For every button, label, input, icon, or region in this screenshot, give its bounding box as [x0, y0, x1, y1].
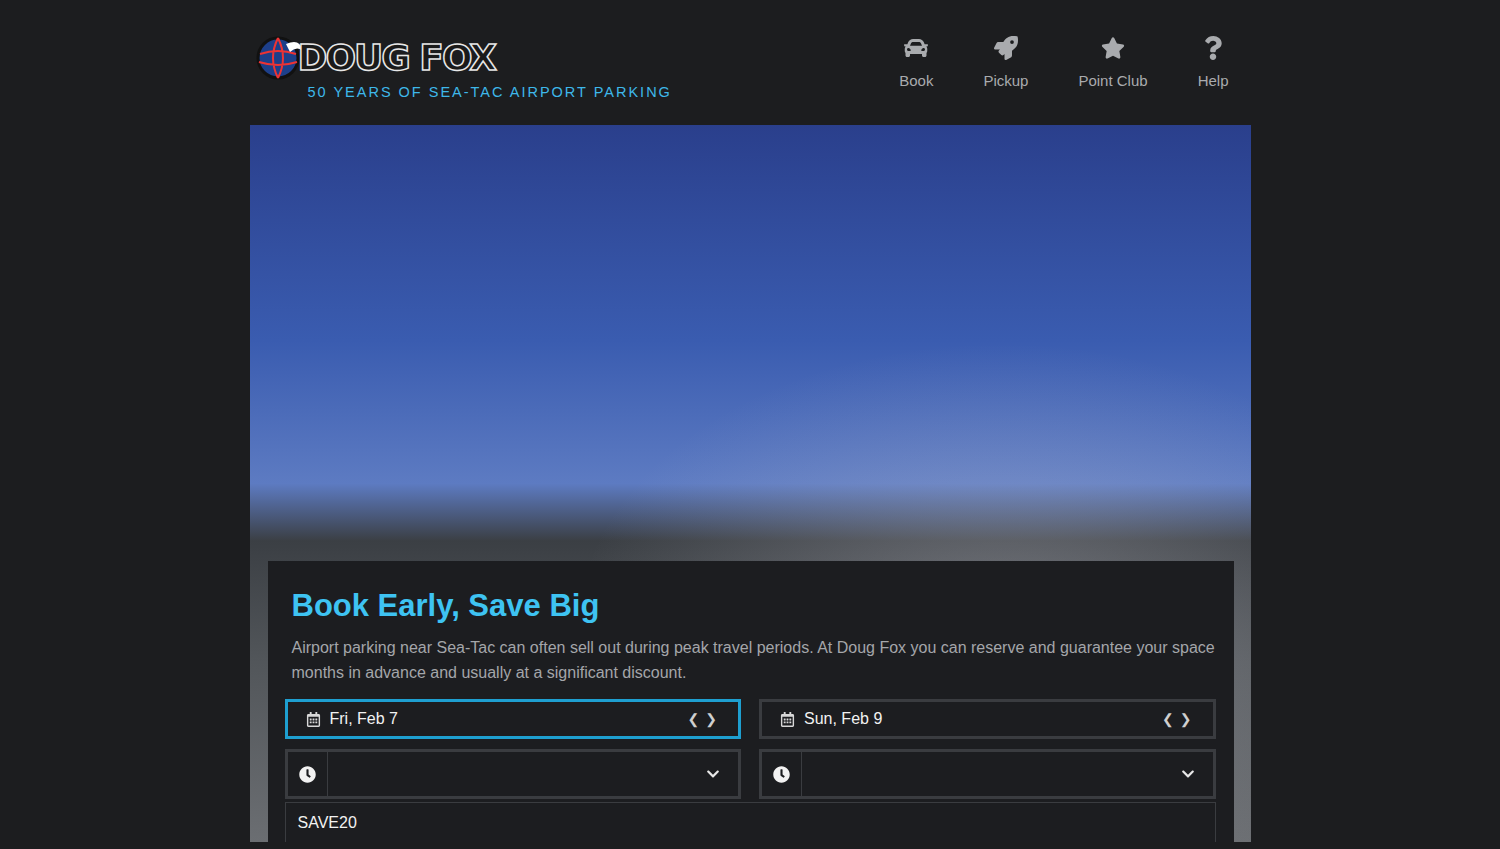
time-value [802, 752, 1181, 796]
chevron-down-icon [706, 767, 720, 781]
prev-date-button[interactable]: ❮ [685, 711, 703, 727]
date-field[interactable]: Sun, Feb 9❮❯ [759, 699, 1216, 739]
time-select[interactable] [759, 749, 1216, 799]
time-select[interactable] [285, 749, 742, 799]
nav-item[interactable]: Point Club [1078, 36, 1147, 89]
promo-code-field[interactable]: SAVE20 [285, 802, 1216, 842]
tagline: 50 YEARS OF SEA-TAC AIRPORT PARKING [308, 84, 672, 100]
next-date-button[interactable]: ❯ [1177, 711, 1195, 727]
globe-logo-icon [256, 34, 304, 82]
calendar-icon [306, 712, 321, 727]
header: DOUG FOX 50 YEARS OF SEA-TAC AIRPORT PARK… [250, 0, 1251, 125]
hero-photo: Book Early, Save Big Airport parking near… [250, 125, 1251, 842]
date-label: Fri, Feb 7 [330, 710, 685, 728]
booking-form: Fri, Feb 7❮❯Sun, Feb 9❮❯SAVE20 [285, 699, 1216, 842]
logo-text: DOUG FOX [298, 36, 495, 80]
clock-icon [299, 766, 316, 783]
booking-description: Airport parking near Sea-Tac can often s… [292, 635, 1216, 685]
prev-date-button[interactable]: ❮ [1159, 711, 1177, 727]
date-label: Sun, Feb 9 [804, 710, 1159, 728]
rocket-icon [994, 36, 1018, 60]
nav-item[interactable]: Book [899, 36, 933, 89]
chevron-down-icon [1181, 767, 1195, 781]
car-icon [904, 36, 928, 60]
nav-item[interactable]: Pickup [983, 36, 1028, 89]
star-icon [1101, 36, 1125, 60]
booking-card: Book Early, Save Big Airport parking near… [268, 561, 1234, 842]
time-value [328, 752, 707, 796]
calendar-icon [780, 712, 795, 727]
clock-icon [773, 766, 790, 783]
brand[interactable]: DOUG FOX 50 YEARS OF SEA-TAC AIRPORT PARK… [256, 34, 672, 100]
logo[interactable]: DOUG FOX [256, 34, 672, 82]
main-nav: Book Pickup Point Club Help [899, 34, 1228, 89]
page: DOUG FOX 50 YEARS OF SEA-TAC AIRPORT PARK… [250, 0, 1251, 849]
question-icon [1201, 36, 1225, 60]
nav-item[interactable]: Help [1198, 36, 1229, 89]
next-date-button[interactable]: ❯ [702, 711, 720, 727]
date-field[interactable]: Fri, Feb 7❮❯ [285, 699, 742, 739]
booking-title: Book Early, Save Big [292, 587, 1216, 625]
